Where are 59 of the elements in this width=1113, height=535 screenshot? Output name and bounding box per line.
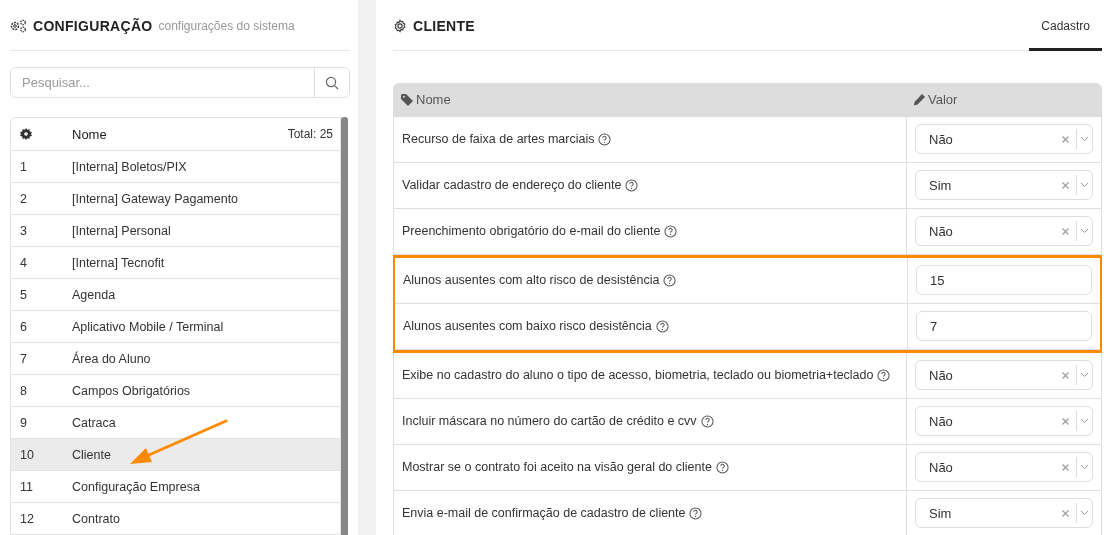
select-field[interactable]: Não: [915, 216, 1093, 247]
settings-icon: [393, 18, 407, 33]
chevron-down-icon[interactable]: [1080, 418, 1089, 425]
setting-name: Recurso de faixa de artes marciais: [402, 132, 595, 147]
select-field[interactable]: Sim: [915, 498, 1093, 529]
help-icon[interactable]: [877, 368, 891, 382]
chevron-down-icon[interactable]: [1080, 464, 1089, 471]
help-icon[interactable]: [598, 132, 612, 146]
pencil-icon: [913, 93, 925, 106]
setting-name: Exibe no cadastro do aluno o tipo de acesso, biometria, teclado ou biometria+teclado: [402, 368, 874, 383]
scrollbar[interactable]: [341, 117, 348, 535]
page-title: CONFIGURAÇÃO: [33, 18, 153, 34]
help-icon[interactable]: [655, 319, 669, 333]
select-field[interactable]: Sim: [915, 170, 1093, 201]
column-header: Nome: [72, 126, 108, 142]
list-item[interactable]: 10 Cliente: [11, 439, 340, 471]
tab[interactable]: Cadastro: [1029, 2, 1102, 51]
select-field[interactable]: Não: [915, 406, 1093, 437]
clear-icon[interactable]: [1062, 181, 1069, 189]
clear-icon[interactable]: [1062, 509, 1069, 517]
clear-icon[interactable]: [1062, 135, 1069, 143]
total-count: Total: 25: [287, 127, 333, 141]
chevron-down-icon[interactable]: [1080, 228, 1089, 235]
clear-icon[interactable]: [1062, 417, 1069, 425]
gears-icon: [10, 19, 27, 33]
gear-icon: [20, 128, 32, 140]
help-icon[interactable]: [664, 224, 678, 238]
select-field[interactable]: Não: [915, 124, 1093, 155]
chevron-down-icon[interactable]: [1080, 182, 1089, 189]
setting-name: Alunos ausentes com alto risco de desistência: [403, 273, 660, 288]
help-icon[interactable]: [700, 414, 714, 428]
clear-icon[interactable]: [1062, 227, 1069, 235]
select-field[interactable]: Não: [915, 360, 1093, 391]
number-field[interactable]: 15: [916, 265, 1092, 296]
search-bar[interactable]: Pesquisar...: [10, 67, 350, 98]
clear-icon[interactable]: [1062, 463, 1069, 471]
chevron-down-icon[interactable]: [1080, 136, 1089, 143]
tag-icon: [401, 93, 413, 106]
help-icon[interactable]: [715, 460, 729, 474]
page-subtitle: configurações do sistema: [158, 19, 295, 33]
setting-name: Preenchimento obrigatório do e-mail do cliente: [402, 224, 661, 239]
chevron-down-icon[interactable]: [1080, 510, 1089, 517]
search-button[interactable]: [314, 68, 349, 97]
help-icon[interactable]: [689, 506, 703, 520]
clear-icon[interactable]: [1062, 371, 1069, 379]
help-icon[interactable]: [625, 178, 639, 192]
select-field[interactable]: Não: [915, 452, 1093, 483]
search-icon: [325, 75, 339, 90]
section-title: CLIENTE: [413, 17, 475, 34]
setting-name: Validar cadastro de endereço do cliente: [402, 178, 622, 193]
chevron-down-icon[interactable]: [1080, 372, 1089, 379]
help-icon[interactable]: [663, 273, 677, 287]
setting-name: Incluir máscara no número do cartão de crédito e cvv: [402, 414, 697, 429]
setting-name: Mostrar se o contrato foi aceito na visão geral do cliente: [402, 460, 712, 475]
setting-name: Alunos ausentes com baixo risco desistência: [403, 319, 652, 334]
column-header: Nome: [416, 92, 451, 108]
number-field[interactable]: 7: [916, 311, 1092, 342]
column-header: Valor: [928, 92, 958, 108]
setting-name: Envia e-mail de confirmação de cadastro de cliente: [402, 506, 686, 521]
